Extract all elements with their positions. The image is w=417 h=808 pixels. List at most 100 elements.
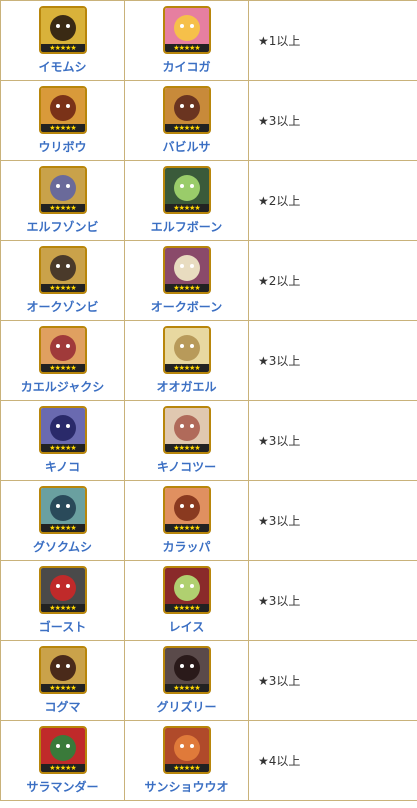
evolution-condition: ★3以上 bbox=[248, 640, 417, 721]
base-monster-cell: ★★★★★ ウリボウ bbox=[0, 80, 125, 161]
rarity-stars: ★★★★★ bbox=[164, 204, 209, 212]
rarity-stars: ★★★★★ bbox=[40, 364, 85, 372]
rarity-stars: ★★★★★ bbox=[40, 684, 85, 692]
evolution-row: ★★★★★ カエルジャクシ ★★★★★ オオガエル ★3以上 bbox=[0, 320, 417, 401]
evolved-monster-cell: ★★★★★ バビルサ bbox=[124, 80, 249, 161]
rarity-stars: ★★★★★ bbox=[40, 604, 85, 612]
base-monster-name[interactable]: ウリボウ bbox=[38, 138, 86, 155]
base-monster-cell: ★★★★★ エルフゾンビ bbox=[0, 160, 125, 241]
base-monster-cell: ★★★★★ イモムシ bbox=[0, 0, 125, 81]
evolved-monster-cell: ★★★★★ カイコガ bbox=[124, 0, 249, 81]
rarity-stars: ★★★★★ bbox=[40, 204, 85, 212]
base-monster-cell: ★★★★★ オークゾンビ bbox=[0, 240, 125, 321]
rarity-stars: ★★★★★ bbox=[164, 124, 209, 132]
rarity-stars: ★★★★★ bbox=[164, 684, 209, 692]
evolution-condition: ★3以上 bbox=[248, 80, 417, 161]
evolved-monster-name[interactable]: レイス bbox=[169, 618, 205, 635]
evolved-monster-name[interactable]: キノコツー bbox=[157, 458, 216, 475]
evolution-row: ★★★★★ サラマンダー ★★★★★ サンショウウオ ★4以上 bbox=[0, 720, 417, 801]
rarity-stars: ★★★★★ bbox=[164, 444, 209, 452]
giant-salamander-icon[interactable]: ★★★★★ bbox=[162, 726, 211, 774]
rarity-stars: ★★★★★ bbox=[40, 444, 85, 452]
ghost-monster-icon[interactable]: ★★★★★ bbox=[38, 566, 87, 614]
base-monster-name[interactable]: カエルジャクシ bbox=[21, 378, 104, 395]
base-monster-cell: ★★★★★ サラマンダー bbox=[0, 720, 125, 801]
evolution-table-body: ★★★★★ イモムシ ★★★★★ カイコガ ★1以上 ★★★★★ ウリボウ ★★… bbox=[0, 0, 417, 801]
base-monster-name[interactable]: キノコ bbox=[45, 458, 80, 475]
base-monster-cell: ★★★★★ カエルジャクシ bbox=[0, 320, 125, 401]
base-monster-cell: ★★★★★ ゴースト bbox=[0, 560, 125, 641]
box-crab-icon[interactable]: ★★★★★ bbox=[162, 486, 211, 534]
tadpole-frog-icon[interactable]: ★★★★★ bbox=[38, 326, 87, 374]
rarity-stars: ★★★★★ bbox=[164, 604, 209, 612]
base-monster-name[interactable]: グソクムシ bbox=[33, 538, 92, 555]
wraith-monster-icon[interactable]: ★★★★★ bbox=[162, 566, 211, 614]
salamander-monster-icon[interactable]: ★★★★★ bbox=[38, 726, 87, 774]
evolution-row: ★★★★★ エルフゾンビ ★★★★★ エルフボーン ★2以上 bbox=[0, 160, 417, 241]
evolved-monster-name[interactable]: バビルサ bbox=[162, 138, 210, 155]
evolved-monster-name[interactable]: グリズリー bbox=[156, 698, 216, 715]
base-monster-cell: ★★★★★ キノコ bbox=[0, 400, 125, 481]
evolution-condition: ★3以上 bbox=[248, 400, 417, 481]
bear-cub-icon[interactable]: ★★★★★ bbox=[38, 646, 87, 694]
evolution-row: ★★★★★ イモムシ ★★★★★ カイコガ ★1以上 bbox=[0, 0, 417, 81]
evolved-monster-name[interactable]: エルフボーン bbox=[151, 218, 222, 235]
evolution-condition: ★3以上 bbox=[248, 560, 417, 641]
evolved-monster-name[interactable]: オークボーン bbox=[151, 298, 222, 315]
evolved-monster-cell: ★★★★★ キノコツー bbox=[124, 400, 249, 481]
elf-bone-icon[interactable]: ★★★★★ bbox=[162, 166, 211, 214]
rarity-stars: ★★★★★ bbox=[40, 764, 85, 772]
mushroom-two-icon[interactable]: ★★★★★ bbox=[162, 406, 211, 454]
rarity-stars: ★★★★★ bbox=[164, 524, 209, 532]
evolution-row: ★★★★★ グソクムシ ★★★★★ カラッパ ★3以上 bbox=[0, 480, 417, 561]
babirusa-monster-icon[interactable]: ★★★★★ bbox=[162, 86, 211, 134]
evolved-monster-name[interactable]: オオガエル bbox=[156, 378, 216, 395]
grub-monster-icon[interactable]: ★★★★★ bbox=[38, 6, 87, 54]
evolved-monster-name[interactable]: サンショウウオ bbox=[144, 778, 228, 795]
orc-bone-icon[interactable]: ★★★★★ bbox=[162, 246, 211, 294]
base-monster-name[interactable]: オークゾンビ bbox=[26, 298, 98, 315]
rarity-stars: ★★★★★ bbox=[164, 764, 209, 772]
rarity-stars: ★★★★★ bbox=[164, 364, 209, 372]
base-monster-name[interactable]: サラマンダー bbox=[26, 778, 98, 795]
evolved-monster-cell: ★★★★★ レイス bbox=[124, 560, 249, 641]
evolved-monster-cell: ★★★★★ カラッパ bbox=[124, 480, 249, 561]
evolution-row: ★★★★★ ウリボウ ★★★★★ バビルサ ★3以上 bbox=[0, 80, 417, 161]
base-monster-name[interactable]: エルフゾンビ bbox=[26, 218, 98, 235]
base-monster-name[interactable]: ゴースト bbox=[39, 618, 86, 635]
evolved-monster-cell: ★★★★★ サンショウウオ bbox=[124, 720, 249, 801]
elf-zombie-icon[interactable]: ★★★★★ bbox=[38, 166, 87, 214]
silkmoth-monster-icon[interactable]: ★★★★★ bbox=[162, 6, 211, 54]
evolved-monster-name[interactable]: カイコガ bbox=[162, 58, 210, 75]
base-monster-name[interactable]: コグマ bbox=[44, 698, 80, 715]
base-monster-cell: ★★★★★ コグマ bbox=[0, 640, 125, 721]
evolution-row: ★★★★★ キノコ ★★★★★ キノコツー ★3以上 bbox=[0, 400, 417, 481]
evolution-row: ★★★★★ オークゾンビ ★★★★★ オークボーン ★2以上 bbox=[0, 240, 417, 321]
evolution-condition: ★3以上 bbox=[248, 480, 417, 561]
evolution-condition: ★2以上 bbox=[248, 160, 417, 241]
orc-zombie-icon[interactable]: ★★★★★ bbox=[38, 246, 87, 294]
rarity-stars: ★★★★★ bbox=[40, 44, 85, 52]
evolution-condition: ★2以上 bbox=[248, 240, 417, 321]
rarity-stars: ★★★★★ bbox=[40, 284, 85, 292]
rarity-stars: ★★★★★ bbox=[164, 44, 209, 52]
evolution-condition: ★1以上 bbox=[248, 0, 417, 81]
evolved-monster-cell: ★★★★★ オオガエル bbox=[124, 320, 249, 401]
evolution-row: ★★★★★ ゴースト ★★★★★ レイス ★3以上 bbox=[0, 560, 417, 641]
base-monster-name[interactable]: イモムシ bbox=[38, 58, 86, 75]
giant-frog-icon[interactable]: ★★★★★ bbox=[162, 326, 211, 374]
rarity-stars: ★★★★★ bbox=[40, 124, 85, 132]
evolved-monster-cell: ★★★★★ オークボーン bbox=[124, 240, 249, 321]
evolved-monster-cell: ★★★★★ エルフボーン bbox=[124, 160, 249, 241]
rarity-stars: ★★★★★ bbox=[164, 284, 209, 292]
piglet-monster-icon[interactable]: ★★★★★ bbox=[38, 86, 87, 134]
evolved-monster-name[interactable]: カラッパ bbox=[162, 538, 210, 555]
evolution-condition: ★3以上 bbox=[248, 320, 417, 401]
isopod-monster-icon[interactable]: ★★★★★ bbox=[38, 486, 87, 534]
evolution-row: ★★★★★ コグマ ★★★★★ グリズリー ★3以上 bbox=[0, 640, 417, 721]
mushroom-monster-icon[interactable]: ★★★★★ bbox=[38, 406, 87, 454]
rarity-stars: ★★★★★ bbox=[40, 524, 85, 532]
evolution-condition: ★4以上 bbox=[248, 720, 417, 801]
base-monster-cell: ★★★★★ グソクムシ bbox=[0, 480, 125, 561]
grizzly-bear-icon[interactable]: ★★★★★ bbox=[162, 646, 211, 694]
